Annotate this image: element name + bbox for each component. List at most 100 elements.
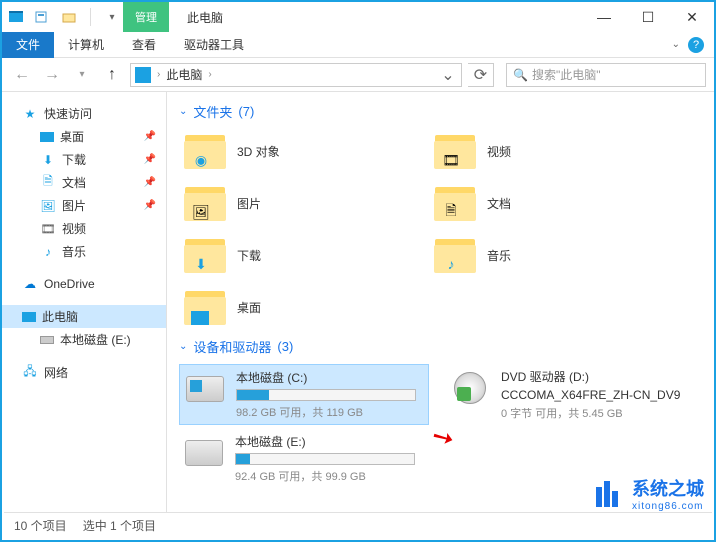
drive-stats: 98.2 GB 可用，共 119 GB: [236, 404, 424, 420]
status-item-count: 10 个项目: [14, 517, 67, 534]
ribbon-tabs: 文件 计算机 查看 驱动器工具 ⌄ ?: [2, 32, 714, 58]
folder-label: 图片: [237, 195, 261, 212]
folder-downloads[interactable]: ⬇ 下载: [179, 229, 429, 281]
chevron-down-icon: ⌄: [179, 341, 187, 352]
chevron-down-icon: ⌄: [179, 106, 187, 117]
sidebar-label: 下载: [62, 151, 86, 168]
folder-label: 3D 对象: [237, 143, 280, 160]
documents-icon: 🗎: [40, 175, 56, 191]
disk-icon: [40, 336, 54, 344]
pin-icon: 📌: [144, 154, 156, 165]
sidebar-label: 图片: [62, 197, 86, 214]
drive-e[interactable]: 本地磁盘 (E:) 92.4 GB 可用，共 99.9 GB: [179, 429, 429, 488]
minimize-button[interactable]: —: [582, 2, 626, 32]
sidebar-onedrive[interactable]: ☁ OneDrive: [2, 273, 166, 295]
view-tab[interactable]: 查看: [118, 32, 170, 58]
folder-documents[interactable]: 🗎 文档: [429, 177, 679, 229]
ribbon-expand-icon[interactable]: ⌄: [672, 39, 680, 50]
folder-icon: 🗎: [433, 183, 477, 223]
status-selected-count: 选中 1 个项目: [83, 517, 156, 534]
folder-music[interactable]: ♪ 音乐: [429, 229, 679, 281]
sidebar-pictures[interactable]: 🖼 图片 📌: [2, 194, 166, 217]
up-button[interactable]: ↑: [100, 63, 124, 87]
close-button[interactable]: ✕: [670, 2, 714, 32]
pin-icon: 📌: [144, 131, 156, 142]
address-history-dropdown[interactable]: ⌄: [439, 65, 457, 85]
watermark-url: xitong86.com: [632, 501, 704, 512]
window-title: 此电脑: [187, 9, 223, 26]
disk-icon: [183, 433, 225, 473]
computer-tab[interactable]: 计算机: [54, 32, 118, 58]
refresh-button[interactable]: ⟳: [468, 63, 494, 87]
sidebar-videos[interactable]: 🎞 视频: [2, 217, 166, 240]
drive-stats: 92.4 GB 可用，共 99.9 GB: [235, 468, 425, 484]
maximize-button[interactable]: ☐: [626, 2, 670, 32]
qat-new-folder-icon[interactable]: [58, 6, 80, 28]
star-icon: ★: [22, 106, 38, 122]
qat-customize-dropdown[interactable]: ▾: [101, 6, 123, 28]
address-bar: ← → ▾ ↑ › 此电脑 › ⌄ ⟳ 🔍 搜索"此电脑": [2, 58, 714, 92]
sidebar-label: 本地磁盘 (E:): [60, 331, 131, 348]
sidebar-local-disk-e[interactable]: 本地磁盘 (E:): [2, 328, 166, 351]
address-box[interactable]: › 此电脑 › ⌄: [130, 63, 462, 87]
drive-stats: 0 字节 可用，共 5.45 GB: [501, 405, 691, 421]
folder-videos[interactable]: 🎞 视频: [429, 125, 679, 177]
folder-icon: 🖼: [183, 183, 227, 223]
search-placeholder: 搜索"此电脑": [532, 66, 601, 83]
sidebar-label: 桌面: [60, 128, 84, 145]
desktop-icon: [40, 132, 54, 142]
sidebar-label: 音乐: [62, 243, 86, 260]
sidebar-downloads[interactable]: ⬇ 下载 📌: [2, 148, 166, 171]
sidebar-network[interactable]: 🖧 网络: [2, 361, 166, 384]
sidebar-label: 文档: [62, 174, 86, 191]
breadcrumb-this-pc[interactable]: 此电脑: [166, 66, 202, 83]
breadcrumb-chevron[interactable]: ›: [157, 69, 160, 80]
drive-label: 本地磁盘 (C:): [236, 369, 424, 386]
breadcrumb-chevron[interactable]: ›: [208, 69, 211, 80]
sidebar-music[interactable]: ♪ 音乐: [2, 240, 166, 263]
sidebar-quick-access[interactable]: ★ 快速访问: [2, 102, 166, 125]
status-bar: 10 个项目 选中 1 个项目: [4, 512, 712, 538]
sidebar-documents[interactable]: 🗎 文档 📌: [2, 171, 166, 194]
group-devices-header[interactable]: ⌄ 设备和驱动器 (3): [179, 333, 702, 360]
group-folders-header[interactable]: ⌄ 文件夹 (7): [179, 98, 702, 125]
contextual-tab-header: 管理: [123, 2, 169, 32]
pin-icon: 📌: [144, 177, 156, 188]
drive-volume-label: CCCOMA_X64FRE_ZH-CN_DV9: [501, 388, 691, 402]
capacity-bar: [236, 389, 416, 401]
qat-separator: [90, 8, 91, 26]
sidebar-desktop[interactable]: 桌面 📌: [2, 125, 166, 148]
search-icon: 🔍: [513, 68, 528, 82]
file-tab[interactable]: 文件: [2, 32, 54, 58]
network-icon: 🖧: [22, 365, 38, 381]
folder-label: 视频: [487, 143, 511, 160]
sidebar-label: 网络: [44, 364, 68, 381]
qat-properties-icon[interactable]: [30, 6, 52, 28]
folder-label: 下载: [237, 247, 261, 264]
sidebar-label: OneDrive: [44, 277, 95, 291]
folder-icon: [183, 287, 227, 327]
drive-d-dvd[interactable]: DVD 驱动器 (D:) CCCOMA_X64FRE_ZH-CN_DV9 0 字…: [445, 364, 695, 425]
sidebar-this-pc[interactable]: 此电脑: [2, 305, 166, 328]
back-button[interactable]: ←: [10, 63, 34, 87]
drive-tools-tab[interactable]: 驱动器工具: [170, 32, 258, 58]
disk-icon: [184, 369, 226, 409]
help-icon[interactable]: ?: [688, 37, 704, 53]
search-input[interactable]: 🔍 搜索"此电脑": [506, 63, 706, 87]
group-label: 设备和驱动器: [193, 337, 271, 356]
forward-button[interactable]: →: [40, 63, 64, 87]
downloads-icon: ⬇: [40, 152, 56, 168]
group-count: (7): [238, 104, 254, 119]
sidebar-label: 快速访问: [44, 105, 92, 122]
this-pc-icon: [135, 67, 151, 83]
drive-c[interactable]: 本地磁盘 (C:) 98.2 GB 可用，共 119 GB: [179, 364, 429, 425]
folder-pictures[interactable]: 🖼 图片: [179, 177, 429, 229]
drive-label: 本地磁盘 (E:): [235, 433, 425, 450]
sidebar-label: 视频: [62, 220, 86, 237]
capacity-bar: [235, 453, 415, 465]
recent-dropdown[interactable]: ▾: [70, 63, 94, 87]
folder-desktop[interactable]: 桌面: [179, 281, 429, 333]
folder-3d-objects[interactable]: ◉ 3D 对象: [179, 125, 429, 177]
group-count: (3): [277, 339, 293, 354]
group-label: 文件夹: [193, 102, 232, 121]
